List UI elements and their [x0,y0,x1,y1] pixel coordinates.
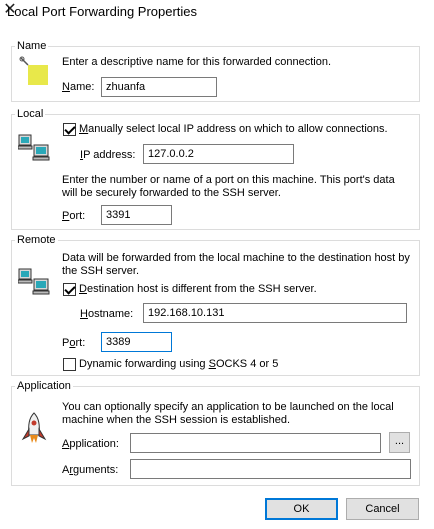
name-description: Enter a descriptive name for this forwar… [62,56,332,68]
local-legend: Local [15,108,46,120]
remote-description-2: the SSH server. [62,265,140,277]
destination-host-label-text: estination host is different from the SS… [86,283,317,295]
hostname-label-accel: H [80,308,88,320]
manual-ip-label-text: anually select local IP address on which… [88,123,388,135]
local-port-input[interactable]: 3391 [101,205,172,225]
application-legend: Application [15,380,73,392]
rocket-icon [21,412,47,443]
name-label-text: ame: [69,81,95,93]
cancel-button[interactable]: Cancel [346,498,419,520]
application-input[interactable] [130,433,381,453]
arguments-input[interactable] [130,459,411,479]
local-port-label: Port: [62,210,85,222]
remote-port-label: Port: [62,337,85,349]
dynamic-forwarding-checkbox[interactable] [63,358,76,371]
destination-host-label-accel: D [79,283,87,295]
application-description-2: machine when the SSH session is establis… [62,414,291,426]
name-legend: Name [15,40,49,52]
dynamic-forwarding-label: Dynamic forwarding using SOCKS 4 or 5 [79,358,278,370]
hostname-label-text: ostname: [87,308,134,320]
application-label-text: pplication: [69,438,119,450]
ok-button[interactable]: OK [265,498,338,520]
window-title: Local Port Forwarding Properties [7,4,198,19]
arguments-label: Arguments: [62,464,118,476]
name-label: Name: [62,81,94,93]
hostname-input[interactable]: 192.168.10.131 [143,303,407,323]
name-tag-icon [19,56,48,85]
remote-group: Remote Data will be forwarded from the l… [11,234,420,376]
local-port-label-text: ort: [69,210,86,222]
dynamic-forwarding-label-accel: S [208,358,216,370]
remote-port-label-text: rt: [75,337,86,349]
ip-address-label: IP address: [80,149,135,161]
local-port-description-2: will be securely forwarded to the SSH se… [62,187,281,199]
remote-description-1: Data will be forwarded from the local ma… [62,252,410,264]
manual-ip-label-accel: M [79,123,89,135]
name-group: Name Enter a descriptive name for this f… [11,40,420,102]
local-group: Local Manually select local IP address o… [11,108,420,230]
ip-address-input[interactable]: 127.0.0.2 [143,144,294,164]
remote-legend: Remote [15,234,58,246]
remote-computer-icon [18,268,50,295]
computer-icon [18,134,50,161]
application-label: Application: [62,438,119,450]
arguments-label-text: guments: [73,464,119,476]
manual-ip-checkbox[interactable] [63,123,76,136]
local-port-description-1: Enter the number or name of a port on th… [62,174,395,186]
remote-port-input[interactable]: 3389 [101,332,172,352]
name-input[interactable]: zhuanfa [101,77,217,97]
dynamic-forwarding-label-pre: Dynamic forwarding using [79,358,209,370]
dynamic-forwarding-label-text: OCKS 4 or 5 [215,358,279,370]
application-description-1: You can optionally specify an applicatio… [62,401,394,413]
destination-host-label: Destination host is different from the S… [79,283,317,295]
hostname-label: Hostname: [80,308,133,320]
name-label-accel: N [62,81,70,93]
ip-address-label-text: P address: [83,149,136,161]
application-group: Application You can optionally specify a… [11,380,420,486]
browse-button[interactable]: ... [389,432,410,453]
destination-host-checkbox[interactable] [63,283,76,296]
manual-ip-label: Manually select local IP address on whic… [79,123,388,135]
